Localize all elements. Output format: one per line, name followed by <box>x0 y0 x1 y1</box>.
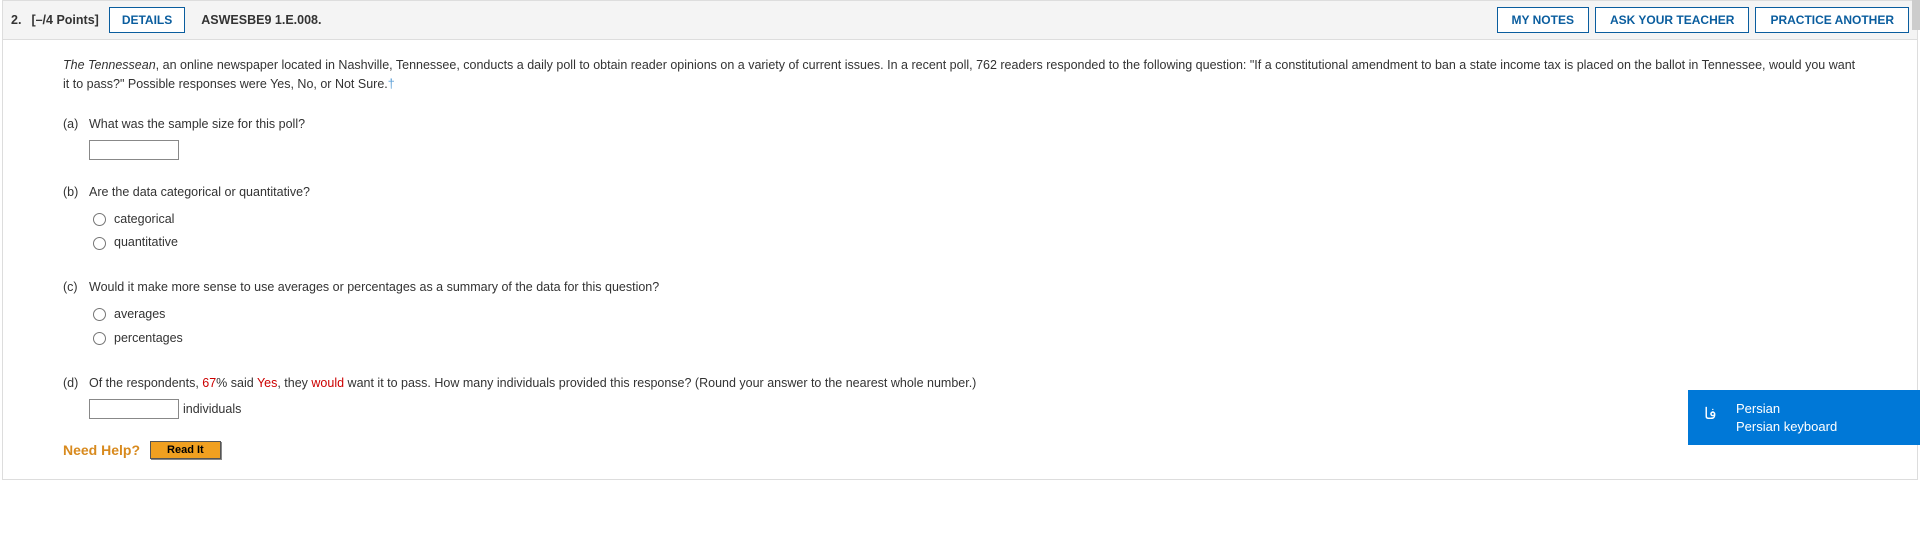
part-d-pct-suffix: % said <box>216 376 257 390</box>
header-right: MY NOTES ASK YOUR TEACHER PRACTICE ANOTH… <box>1497 7 1910 33</box>
part-c: (c) Would it make more sense to use aver… <box>63 277 1857 351</box>
part-a-text: What was the sample size for this poll? <box>89 114 1857 134</box>
need-help-label: Need Help? <box>63 442 140 458</box>
question-content: The Tennessean, an online newspaper loca… <box>3 40 1917 479</box>
question-container: 2. [–/4 Points] DETAILS ASWESBE9 1.E.008… <box>2 0 1918 480</box>
part-c-radio-2[interactable] <box>93 332 106 345</box>
source-code: ASWESBE9 1.E.008. <box>201 13 321 27</box>
ime-popup[interactable]: فا Persian Persian keyboard <box>1688 390 1920 445</box>
part-c-label: (c) <box>63 277 89 297</box>
header-left: 2. [–/4 Points] DETAILS ASWESBE9 1.E.008… <box>11 7 1487 33</box>
need-help-row: Need Help? Read It <box>63 441 1857 459</box>
scrollbar-thumb[interactable] <box>1912 0 1920 30</box>
part-c-option-2-label: percentages <box>114 327 183 351</box>
part-d-would: would <box>311 376 344 390</box>
intro-italic: The Tennessean <box>63 58 156 72</box>
part-d-pct: 67 <box>202 376 216 390</box>
ime-keyboard: Persian keyboard <box>1736 418 1906 436</box>
part-a: (a) What was the sample size for this po… <box>63 114 1857 160</box>
part-d-unit: individuals <box>183 402 241 416</box>
part-b-text: Are the data categorical or quantitative… <box>89 182 1857 202</box>
read-it-button[interactable]: Read It <box>150 441 221 459</box>
part-b-option-2-label: quantitative <box>114 231 178 255</box>
details-button[interactable]: DETAILS <box>109 7 185 33</box>
part-c-radio-1[interactable] <box>93 308 106 321</box>
part-a-input[interactable] <box>89 140 179 160</box>
part-b-label: (b) <box>63 182 89 202</box>
ask-teacher-button[interactable]: ASK YOUR TEACHER <box>1595 7 1749 33</box>
part-d-yes: Yes <box>257 376 277 390</box>
my-notes-button[interactable]: MY NOTES <box>1497 7 1589 33</box>
part-d-label: (d) <box>63 373 89 393</box>
part-b: (b) Are the data categorical or quantita… <box>63 182 1857 256</box>
part-c-option-2: percentages <box>93 327 1857 351</box>
part-b-option-1-label: categorical <box>114 208 174 232</box>
part-b-option-1: categorical <box>93 208 1857 232</box>
question-number: 2. <box>11 13 21 27</box>
part-c-option-1: averages <box>93 303 1857 327</box>
points-label: [–/4 Points] <box>31 13 98 27</box>
ime-glyph: فا <box>1704 404 1717 426</box>
part-c-option-1-label: averages <box>114 303 165 327</box>
part-d-pre: Of the respondents, <box>89 376 202 390</box>
part-b-radio-2[interactable] <box>93 237 106 250</box>
part-d: (d) Of the respondents, 67% said Yes, th… <box>63 373 1857 419</box>
question-header: 2. [–/4 Points] DETAILS ASWESBE9 1.E.008… <box>3 1 1917 40</box>
part-c-text: Would it make more sense to use averages… <box>89 277 1857 297</box>
dagger-symbol: † <box>388 77 395 91</box>
intro-text: The Tennessean, an online newspaper loca… <box>63 56 1857 94</box>
ime-language: Persian <box>1736 400 1906 418</box>
part-d-mid: , they <box>277 376 311 390</box>
part-b-radio-1[interactable] <box>93 213 106 226</box>
part-d-text: Of the respondents, 67% said Yes, they w… <box>89 373 1857 393</box>
part-b-option-2: quantitative <box>93 231 1857 255</box>
part-d-post: want it to pass. How many individuals pr… <box>344 376 976 390</box>
part-d-input[interactable] <box>89 399 179 419</box>
intro-rest: , an online newspaper located in Nashvil… <box>63 58 1855 91</box>
part-a-label: (a) <box>63 114 89 134</box>
practice-another-button[interactable]: PRACTICE ANOTHER <box>1755 7 1909 33</box>
